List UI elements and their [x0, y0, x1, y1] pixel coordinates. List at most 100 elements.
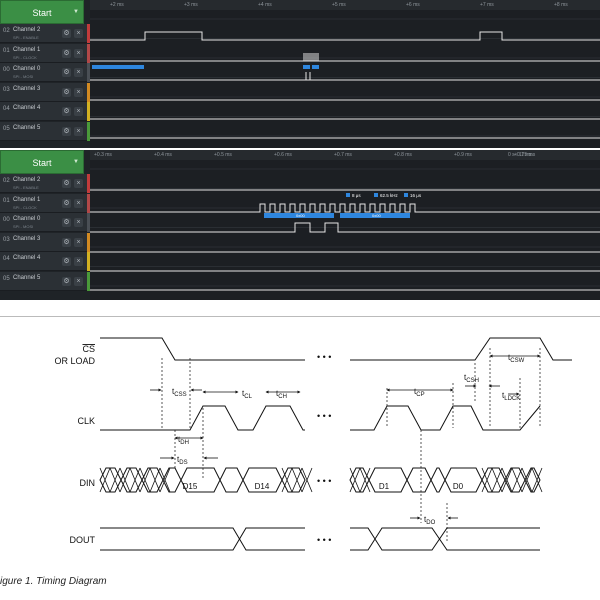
- channel-name[interactable]: Channel 2: [13, 27, 40, 33]
- ruler-tick-label: +4 ms: [258, 2, 272, 8]
- param-subscript: CH: [278, 394, 287, 400]
- channel-row[interactable]: 04 Channel 4 ⚙ ×: [0, 252, 90, 271]
- close-icon[interactable]: ×: [74, 237, 83, 247]
- ellipsis-dout: • • •: [317, 535, 331, 545]
- ruler-tick-label: +8 ms: [554, 2, 568, 8]
- channel-subtitle: SPI - ENABLE: [13, 35, 39, 40]
- din-dont-care-hatch: [129, 467, 141, 493]
- time-ruler[interactable]: +0.3 ms +0.4 ms +0.5 ms +0.6 ms +0.7 ms +0.8 …: [90, 150, 600, 160]
- bus-decode-bar: [303, 65, 310, 69]
- channel-name[interactable]: Channel 4: [13, 255, 40, 261]
- close-icon[interactable]: ×: [74, 68, 83, 77]
- close-icon[interactable]: ×: [74, 198, 83, 208]
- gear-icon[interactable]: ⚙: [62, 198, 71, 208]
- dout-label: DOUT: [70, 535, 96, 545]
- gear-icon[interactable]: ⚙: [62, 257, 71, 266]
- ellipsis-cs: • • •: [317, 352, 331, 362]
- gear-icon[interactable]: ⚙: [62, 48, 71, 58]
- channel-number: 02: [3, 28, 10, 34]
- ruler-tick-label: +0.4 ms: [154, 152, 172, 158]
- timing-diagram: CS OR LOAD CLK DIN DOUT • • • • • • • • …: [54, 337, 572, 551]
- channel-name[interactable]: Channel 5: [13, 125, 40, 131]
- waveform-area[interactable]: 0x00 0x00 8 μs 62.5 kHz 16 μs: [90, 160, 600, 300]
- ruler-tick-label: +6 ms: [406, 2, 420, 8]
- close-icon[interactable]: ×: [74, 257, 83, 266]
- chevron-down-icon[interactable]: ▼: [72, 151, 80, 173]
- channel-row[interactable]: 04 Channel 4 ⚙ ×: [0, 102, 90, 121]
- close-icon[interactable]: ×: [74, 179, 83, 188]
- figure-caption: igure 1. Timing Diagram: [0, 576, 107, 587]
- gear-icon[interactable]: ⚙: [62, 126, 71, 136]
- reference-lines: [161, 348, 541, 543]
- channel-name[interactable]: Channel 5: [13, 275, 40, 281]
- close-icon[interactable]: ×: [74, 218, 83, 227]
- channel-name[interactable]: Channel 1: [13, 197, 40, 203]
- bus-decode-bar: [312, 65, 319, 69]
- channel-subtitle: SPI - MOSI: [13, 224, 34, 229]
- time-ruler[interactable]: +2 ms +3 ms +4 ms +5 ms +6 ms +7 ms +8 ms: [90, 0, 600, 10]
- channel-subtitle: SPI - CLOCK: [13, 54, 37, 60]
- din-dont-care-hatch: [511, 467, 523, 493]
- close-icon[interactable]: ×: [74, 87, 83, 97]
- clk-label: CLK: [77, 416, 95, 426]
- start-button[interactable]: Start ▼: [0, 150, 84, 174]
- gear-icon[interactable]: ⚙: [62, 68, 71, 77]
- ruler-tick-label: +5 ms: [332, 2, 346, 8]
- channel-name[interactable]: Channel 2: [13, 177, 40, 183]
- din-bit-cell: [162, 467, 182, 493]
- din-d15-label: D15: [183, 482, 198, 491]
- channel-row[interactable]: 03 Channel 3 ⚙ ×: [0, 232, 90, 252]
- gear-icon[interactable]: ⚙: [62, 179, 71, 188]
- bus-value-label: 0x00: [296, 213, 305, 218]
- close-icon[interactable]: ×: [74, 29, 83, 38]
- start-button[interactable]: Start ▼: [0, 0, 84, 24]
- timing-param-dh: tDH: [178, 435, 189, 446]
- close-icon[interactable]: ×: [74, 126, 83, 136]
- channel-name[interactable]: Channel 0: [13, 216, 40, 222]
- cs-label: CS: [82, 344, 95, 354]
- close-icon[interactable]: ×: [74, 48, 83, 58]
- gear-icon[interactable]: ⚙: [62, 276, 71, 286]
- din-dont-care-hatch: [301, 467, 313, 493]
- channel-name[interactable]: Channel 0: [13, 66, 40, 72]
- din-dont-care-hatch: [501, 467, 513, 493]
- ruler-tick-label: +0.9 ms: [454, 152, 472, 158]
- ruler-tick-label: +3 ms: [184, 2, 198, 8]
- ruler-tick-label: +0.7 ms: [334, 152, 352, 158]
- channel-row[interactable]: 02 Channel 2 SPI - ENABLE ⚙ ×: [0, 24, 90, 43]
- channel-number: 01: [3, 197, 10, 204]
- channel-name[interactable]: Channel 3: [13, 236, 40, 242]
- channel-row[interactable]: 00 Channel 0 SPI - MOSI ⚙ ×: [0, 63, 90, 82]
- channel-row[interactable]: 01 Channel 1 SPI - CLOCK ⚙ ×: [0, 193, 90, 213]
- channel-number: 00: [3, 67, 10, 73]
- gear-icon[interactable]: ⚙: [62, 237, 71, 247]
- gear-icon[interactable]: ⚙: [62, 218, 71, 227]
- din-dont-care-hatch: [291, 467, 303, 493]
- start-button-label: Start: [32, 158, 52, 168]
- or-load-label: OR LOAD: [54, 356, 95, 366]
- param-subscript: CSS: [174, 392, 186, 398]
- channel-row[interactable]: 02 Channel 2 SPI - ENABLE ⚙ ×: [0, 174, 90, 193]
- close-icon[interactable]: ×: [74, 276, 83, 286]
- gear-icon[interactable]: ⚙: [62, 29, 71, 38]
- din-bit-cell: [430, 467, 446, 493]
- close-icon[interactable]: ×: [74, 107, 83, 116]
- channel-row[interactable]: 01 Channel 1 SPI - CLOCK ⚙ ×: [0, 43, 90, 63]
- channel-name[interactable]: Channel 1: [13, 47, 40, 53]
- ruler-tick-label: +7 ms: [480, 2, 494, 8]
- ruler-tick-label: +2 ms: [110, 2, 124, 8]
- channel-row[interactable]: 00 Channel 0 SPI - MOSI ⚙ ×: [0, 213, 90, 232]
- din-bit-cell: [406, 467, 432, 493]
- channel-row[interactable]: 05 Channel 5 ⚙ ×: [0, 271, 90, 291]
- channel-row[interactable]: 05 Channel 5 ⚙ ×: [0, 121, 90, 141]
- channel-row[interactable]: 03 Channel 3 ⚙ ×: [0, 82, 90, 102]
- waveform-area[interactable]: [90, 10, 600, 148]
- param-subscript: DO: [426, 520, 435, 526]
- din-dont-care-hatch: [481, 467, 493, 493]
- gear-icon[interactable]: ⚙: [62, 107, 71, 116]
- channel-name[interactable]: Channel 3: [13, 86, 40, 92]
- channel-name[interactable]: Channel 4: [13, 105, 40, 111]
- chevron-down-icon[interactable]: ▼: [72, 1, 80, 23]
- gear-icon[interactable]: ⚙: [62, 87, 71, 97]
- param-subscript: CP: [416, 392, 424, 398]
